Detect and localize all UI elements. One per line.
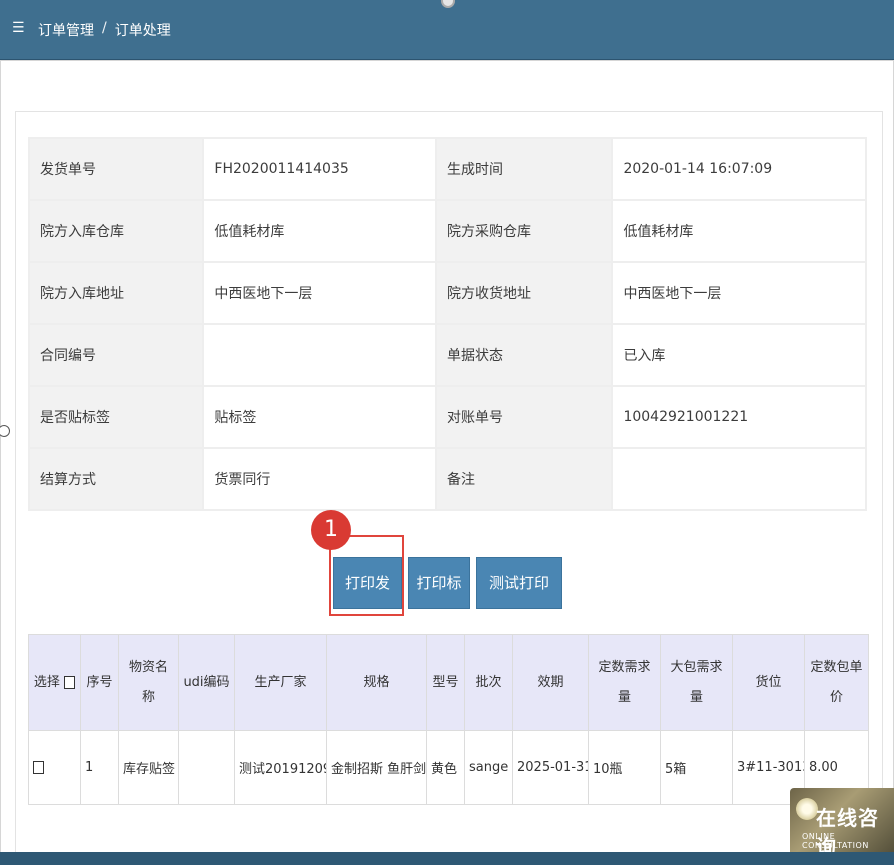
field-value: 货票同行 <box>202 447 438 511</box>
cell-bulk-qty: 5箱 <box>660 730 733 805</box>
col-index: 序号 <box>80 634 119 731</box>
field-label: 合同编号 <box>27 323 205 387</box>
field-value: 已入库 <box>611 323 867 387</box>
breadcrumb-item-order-processing: 订单处理 <box>114 23 171 39</box>
step-badge: 1 <box>311 510 351 550</box>
field-value: FH2020011414035 <box>202 137 438 201</box>
col-udi: udi编码 <box>178 634 235 731</box>
field-value: 低值耗材库 <box>202 199 438 263</box>
col-bulk-qty: 大包需求量 <box>660 634 733 731</box>
cell-manufacturer: 测试20191209 <box>234 730 327 805</box>
col-expiry: 效期 <box>512 634 589 731</box>
row-select-cell <box>28 730 81 805</box>
info-row: 发货单号 FH2020011414035 生成时间 2020-01-14 16:… <box>27 137 867 201</box>
items-table: 选择 序号 物资名称 udi编码 生产厂家 规格 型号 批次 效期 定数需求量 … <box>28 634 869 805</box>
cell-batch: sange <box>464 730 513 805</box>
field-label: 院方收货地址 <box>435 261 614 325</box>
info-row: 结算方式 货票同行 备注 <box>27 447 867 511</box>
breadcrumb-separator: / <box>102 20 107 36</box>
field-label: 院方入库仓库 <box>27 199 205 263</box>
col-spec: 规格 <box>326 634 427 731</box>
info-row: 院方入库仓库 低值耗材库 院方采购仓库 低值耗材库 <box>27 199 867 263</box>
field-value <box>202 323 438 387</box>
row-checkbox[interactable] <box>33 761 44 774</box>
col-fixed-qty: 定数需求量 <box>588 634 661 731</box>
print-delivery-note-button[interactable]: 打印发货单 <box>333 557 402 642</box>
online-consultation-widget[interactable]: 在线咨询 ONLINE CONSULTATION <box>790 788 894 860</box>
col-unit-price: 定数包单价 <box>804 634 869 731</box>
field-label: 单据状态 <box>435 323 614 387</box>
delivery-info-table: 发货单号 FH2020011414035 生成时间 2020-01-14 16:… <box>27 137 867 511</box>
field-label: 生成时间 <box>435 137 614 201</box>
col-manufacturer: 生产厂家 <box>234 634 327 731</box>
col-material-name: 物资名称 <box>118 634 179 731</box>
top-header-bar: ☰ 订单管理 / 订单处理 <box>0 0 894 60</box>
field-label: 结算方式 <box>27 447 205 511</box>
field-value <box>611 447 867 511</box>
flower-icon <box>796 798 818 820</box>
window-handle[interactable] <box>441 0 455 8</box>
col-select: 选择 <box>28 634 81 731</box>
field-label: 是否贴标签 <box>27 385 205 449</box>
field-label: 备注 <box>435 447 614 511</box>
field-value: 中西医地下一层 <box>202 261 438 325</box>
field-value: 低值耗材库 <box>611 199 867 263</box>
info-row: 院方入库地址 中西医地下一层 院方收货地址 中西医地下一层 <box>27 261 867 325</box>
table-header-row: 选择 序号 物资名称 udi编码 生产厂家 规格 型号 批次 效期 定数需求量 … <box>28 634 869 731</box>
consult-subtitle: ONLINE CONSULTATION <box>802 832 869 850</box>
field-label: 院方采购仓库 <box>435 199 614 263</box>
field-label: 院方入库地址 <box>27 261 205 325</box>
cell-material-name: 库存贴签 <box>118 730 179 805</box>
select-all-checkbox[interactable] <box>64 675 76 689</box>
action-buttons: 打印发货单 打印标签 测试打印标签 <box>333 557 562 642</box>
hamburger-icon[interactable]: ☰ <box>12 20 25 36</box>
info-row: 合同编号 单据状态 已入库 <box>27 323 867 387</box>
breadcrumb-item-order-management[interactable]: 订单管理 <box>38 20 94 40</box>
cell-fixed-qty: 10瓶 <box>588 730 661 805</box>
bottom-bar <box>0 852 894 865</box>
cell-spec: 金制招斯 鱼肝剑 <box>326 730 427 805</box>
cell-index: 1 <box>80 730 119 805</box>
cell-model: 黄色 <box>426 730 465 805</box>
table-row[interactable]: 1 库存贴签 测试20191209 金制招斯 鱼肝剑 黄色 sange 2025… <box>28 730 869 805</box>
cell-udi <box>178 730 235 805</box>
field-label: 发货单号 <box>27 137 205 201</box>
col-model: 型号 <box>426 634 465 731</box>
cell-expiry: 2025-01-31 <box>512 730 589 805</box>
col-batch: 批次 <box>464 634 513 731</box>
field-value: 10042921001221 <box>611 385 867 449</box>
field-value: 贴标签 <box>202 385 438 449</box>
col-location: 货位 <box>732 634 805 731</box>
field-label: 对账单号 <box>435 385 614 449</box>
info-row: 是否贴标签 贴标签 对账单号 10042921001221 <box>27 385 867 449</box>
test-print-label-button[interactable]: 测试打印标签 <box>476 557 562 642</box>
field-value: 2020-01-14 16:07:09 <box>611 137 867 201</box>
field-value: 中西医地下一层 <box>611 261 867 325</box>
breadcrumb: 订单管理 / 订单处理 <box>38 20 171 40</box>
print-label-button[interactable]: 打印标签 <box>408 557 470 642</box>
